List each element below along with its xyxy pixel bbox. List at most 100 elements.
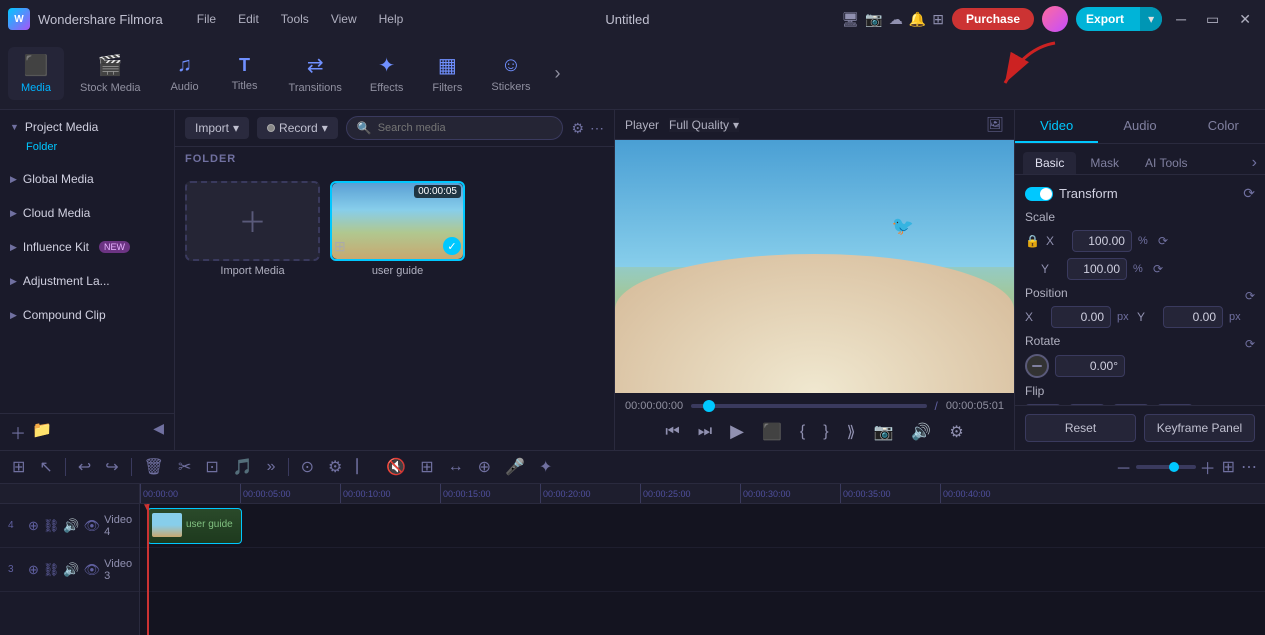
position-y-input[interactable]: [1163, 306, 1223, 328]
cloud-icon[interactable]: ☁: [889, 11, 903, 28]
position-x-input[interactable]: [1051, 306, 1111, 328]
import-media-item[interactable]: ＋ Import Media: [185, 181, 320, 277]
quality-select[interactable]: Full Quality ▾: [669, 118, 739, 132]
toolbar-transitions[interactable]: ⇄ Transitions: [277, 47, 354, 100]
collapse-panel-btn[interactable]: ◀: [153, 420, 164, 444]
add-panel-btn[interactable]: ＋: [10, 420, 26, 444]
zoom-in-btn[interactable]: ＋: [1200, 455, 1216, 479]
menu-view[interactable]: View: [321, 8, 367, 30]
tl-mark-btn[interactable]: ⊙: [297, 455, 318, 479]
track-add-btn-3[interactable]: ⊕: [28, 562, 39, 578]
export-button[interactable]: Export: [1076, 7, 1134, 31]
next-frame-btn[interactable]: ⏭: [694, 421, 716, 443]
monitor-icon[interactable]: 🖥: [842, 11, 860, 28]
volume-btn[interactable]: 🔊: [907, 420, 935, 444]
avatar[interactable]: [1042, 6, 1068, 32]
scale-y-reset[interactable]: ⟳: [1153, 262, 1163, 276]
rotate-reset[interactable]: ⟳: [1245, 337, 1255, 351]
subtab-mask[interactable]: Mask: [1078, 152, 1131, 174]
menu-edit[interactable]: Edit: [228, 8, 269, 30]
toolbar-media[interactable]: ⬛ Media: [8, 47, 64, 100]
settings-ctrl-btn[interactable]: ⚙: [945, 420, 967, 444]
scrubber-head[interactable]: [703, 400, 715, 412]
transform-reset[interactable]: ⟳: [1243, 185, 1255, 202]
scrubber-track[interactable]: [691, 404, 926, 408]
tl-speed-btn[interactable]: ⊕: [474, 455, 495, 479]
tl-undo-btn[interactable]: ↩: [74, 455, 95, 479]
tl-ai-btn[interactable]: ✦: [535, 455, 556, 479]
cloud-media-header[interactable]: ▶ Cloud Media: [10, 202, 164, 224]
tl-audio-btn[interactable]: 🎵: [229, 455, 257, 479]
project-media-header[interactable]: ▼ Project Media: [10, 116, 164, 138]
user-guide-item[interactable]: 00:00:05 ⊞ ✓ user guide: [330, 181, 465, 277]
scale-x-input[interactable]: [1072, 230, 1132, 252]
toolbar-filters[interactable]: ▦ Filters: [419, 47, 475, 100]
tl-snap-btn[interactable]: ⊞: [8, 455, 29, 479]
tab-audio[interactable]: Audio: [1098, 110, 1181, 143]
play-btn[interactable]: ▶: [726, 419, 748, 444]
minimize-button[interactable]: ─: [1170, 11, 1192, 27]
menu-tools[interactable]: Tools: [271, 8, 319, 30]
sidebar-item-folder[interactable]: Folder: [10, 138, 164, 156]
toolbar-stickers[interactable]: ☺ Stickers: [479, 48, 542, 99]
grid-icon[interactable]: ⊞: [932, 11, 944, 28]
toolbar-effects[interactable]: ✦ Effects: [358, 47, 415, 100]
zoom-knob[interactable]: [1169, 462, 1179, 472]
mark-out-btn[interactable]: }: [819, 421, 832, 443]
tl-clip-btn[interactable]: ⊞: [416, 455, 437, 479]
compound-clip-header[interactable]: ▶ Compound Clip: [10, 304, 164, 326]
tl-voice-btn[interactable]: 🎤: [501, 455, 529, 479]
zoom-out-btn[interactable]: －: [1116, 455, 1132, 479]
subtab-ai-tools[interactable]: AI Tools: [1133, 152, 1199, 174]
tl-delete-btn[interactable]: 🗑: [140, 455, 168, 479]
tl-cursor-btn[interactable]: ↖: [35, 455, 56, 479]
purchase-button[interactable]: Purchase: [952, 8, 1034, 30]
track-eye-btn-4[interactable]: 👁: [84, 518, 101, 534]
record-button[interactable]: Record ▾: [257, 117, 338, 139]
reset-button[interactable]: Reset: [1025, 414, 1136, 442]
tl-overflow-btn[interactable]: ⋯: [1241, 457, 1257, 477]
tl-crop-btn[interactable]: ⊡: [201, 455, 222, 479]
video-icon[interactable]: 📷: [865, 11, 882, 28]
video-clip[interactable]: user guide: [147, 508, 242, 544]
tab-video[interactable]: Video: [1015, 110, 1098, 143]
menu-file[interactable]: File: [187, 8, 226, 30]
scale-y-input[interactable]: [1067, 258, 1127, 280]
tl-ripple-btn[interactable]: ⚙: [324, 455, 346, 479]
stop-btn[interactable]: ⬛: [758, 420, 786, 444]
track-link-btn-3[interactable]: ⛓: [43, 562, 60, 578]
toolbar-titles[interactable]: T Titles: [217, 49, 273, 98]
global-media-header[interactable]: ▶ Global Media: [10, 168, 164, 190]
export-dropdown[interactable]: ▾: [1140, 7, 1162, 31]
transform-switch[interactable]: [1025, 187, 1053, 201]
playhead[interactable]: [147, 504, 149, 635]
scale-x-reset[interactable]: ⟳: [1158, 234, 1168, 248]
track-link-btn-4[interactable]: ⛓: [43, 518, 60, 534]
maximize-button[interactable]: ▭: [1200, 11, 1225, 28]
search-box[interactable]: 🔍: [346, 116, 564, 140]
track-volume-btn-4[interactable]: 🔊: [63, 518, 79, 534]
track-volume-btn-3[interactable]: 🔊: [63, 562, 79, 578]
filter-icon[interactable]: ⚙: [571, 120, 584, 137]
preview-image-icon[interactable]: 🖼: [986, 116, 1004, 133]
keyframe-panel-button[interactable]: Keyframe Panel: [1144, 414, 1255, 442]
toolbar-audio[interactable]: ♫ Audio: [157, 48, 213, 99]
subtab-basic[interactable]: Basic: [1023, 152, 1076, 174]
tl-more-btn[interactable]: »: [263, 456, 280, 478]
prev-frame-btn[interactable]: ⏮: [661, 421, 683, 443]
snapshot-btn[interactable]: 📷: [869, 420, 897, 444]
mark-in-btn[interactable]: {: [796, 421, 809, 443]
track-add-btn-4[interactable]: ⊕: [28, 518, 39, 534]
skip-btn[interactable]: ⟫: [843, 420, 860, 444]
bell-icon[interactable]: 🔔: [909, 11, 926, 28]
zoom-track[interactable]: [1136, 465, 1196, 469]
tl-redo-btn[interactable]: ↪: [101, 455, 122, 479]
track-eye-btn-3[interactable]: 👁: [84, 562, 101, 578]
tl-mute-btn[interactable]: 🔇: [382, 455, 410, 479]
close-button[interactable]: ✕: [1233, 11, 1257, 28]
position-reset[interactable]: ⟳: [1245, 289, 1255, 303]
tl-split-btn[interactable]: ⎸: [352, 456, 376, 478]
menu-help[interactable]: Help: [369, 8, 414, 30]
toolbar-stock-media[interactable]: 🎬 Stock Media: [68, 47, 153, 100]
folder-panel-btn[interactable]: 📁: [32, 420, 52, 444]
